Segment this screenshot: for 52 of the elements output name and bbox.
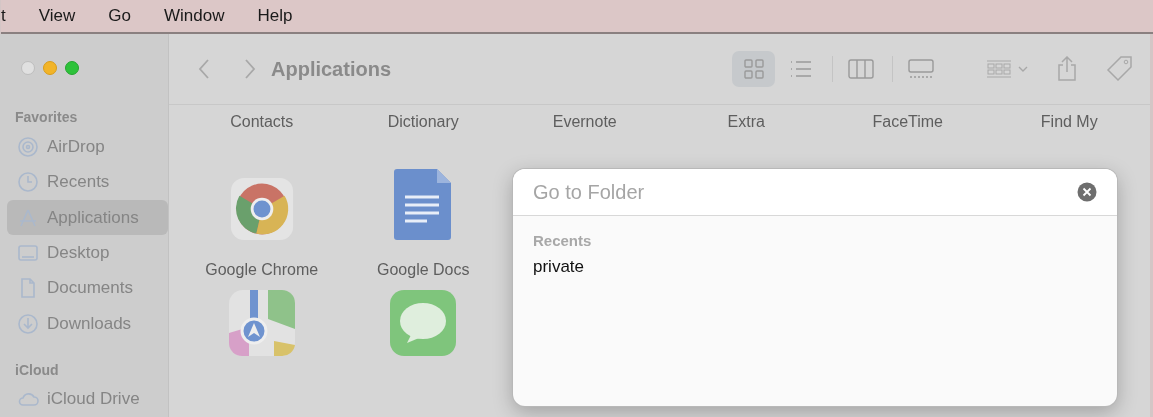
grid-icon (742, 58, 765, 80)
menu-item[interactable]: Go (108, 6, 131, 26)
gallery-icon (906, 58, 935, 80)
close-window-icon[interactable] (21, 61, 35, 76)
airdrop-icon (17, 135, 39, 158)
document-app-icon (393, 167, 454, 241)
sidebar-item-label: Documents (47, 278, 133, 299)
clock-icon (17, 171, 39, 194)
app-label: Contacts (230, 113, 294, 131)
clear-icon[interactable] (1077, 182, 1097, 202)
section-heading: Recents (533, 232, 593, 249)
app-label: Evernote (552, 113, 617, 131)
app-label: Extra (727, 113, 765, 131)
zoom-window-icon[interactable] (65, 61, 79, 76)
download-icon (17, 312, 39, 335)
sidebar-item[interactable]: Downloads (7, 306, 168, 342)
sidebar-heading: Favorites (14, 107, 79, 127)
tag-button[interactable] (1106, 55, 1134, 83)
columns-icon (847, 58, 874, 80)
menu-item[interactable]: t (1, 6, 6, 26)
sidebar-item[interactable]: Recents (7, 164, 168, 200)
app-label: Google Chrome (205, 261, 319, 279)
sidebar-item-label: AirDrop (47, 136, 105, 157)
list-icon (788, 59, 813, 79)
menu-item[interactable]: Help (257, 6, 293, 26)
window-title: Applications (271, 57, 391, 81)
sidebar-item[interactable]: Documents (7, 270, 168, 307)
share-button[interactable] (1056, 56, 1078, 82)
sidebar-heading: iCloud (14, 360, 60, 380)
chevron-down-icon (1018, 65, 1028, 73)
sidebar-item-label: Recents (47, 172, 110, 193)
map-icon (227, 289, 296, 357)
messages-icon (389, 289, 458, 357)
sidebar-item-label: iCloud Drive (47, 389, 140, 410)
back-button[interactable] (197, 58, 211, 80)
view-mode-button[interactable] (732, 51, 775, 87)
app-label: Find My (1040, 113, 1098, 131)
app-label: Dictionary (387, 113, 459, 131)
sidebar-item[interactable]: AirDrop (7, 128, 168, 165)
sidebar-item-label: Desktop (47, 242, 110, 263)
recent-folder[interactable]: private (533, 257, 1117, 277)
minimize-window-icon[interactable] (43, 61, 57, 76)
app-label: FaceTime (872, 113, 943, 131)
menu-item[interactable]: View (38, 6, 76, 26)
folder-path-field[interactable]: Go to Folder (513, 169, 1117, 215)
app-label: Google Docs (377, 261, 470, 279)
menu-item[interactable]: Window (163, 6, 225, 26)
sidebar-item[interactable]: iCloud Drive (7, 381, 168, 417)
group-button[interactable] (986, 59, 1028, 79)
sidebar-item[interactable]: Desktop (7, 235, 168, 271)
sidebar-item-label: Downloads (47, 313, 132, 334)
forward-button[interactable] (243, 58, 257, 80)
